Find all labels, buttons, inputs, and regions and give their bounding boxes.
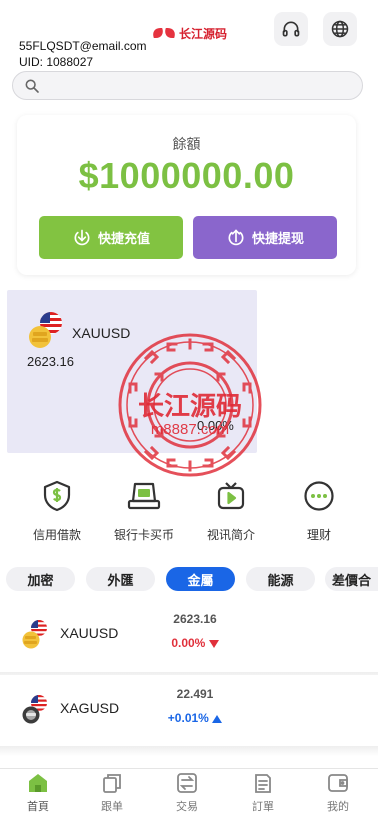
- exchange-icon: [177, 773, 197, 793]
- nav-label: 首頁: [27, 801, 49, 813]
- language-button[interactable]: [323, 12, 357, 46]
- video-play-icon: [217, 482, 245, 510]
- watermark-stamp: 长江源码 m8887.com: [118, 333, 262, 477]
- card-terminal-icon: [127, 482, 161, 510]
- balance-label: 餘額: [172, 136, 201, 152]
- more-dots-icon: [304, 481, 334, 511]
- down-triangle-icon: [208, 639, 219, 648]
- shield-dollar-icon: [43, 480, 71, 512]
- user-uid: UID: 1088027: [19, 55, 94, 69]
- featured-price: 2623.16: [27, 354, 74, 369]
- nav-home[interactable]: 首頁: [8, 771, 68, 814]
- nav-profile[interactable]: 我的: [308, 771, 368, 814]
- copy-icon: [103, 774, 121, 793]
- market-symbol: XAGUSD: [60, 700, 120, 716]
- customer-service-button[interactable]: [274, 12, 308, 46]
- globe-icon: [331, 20, 349, 38]
- market-price: 2623.16: [173, 612, 217, 626]
- gold-usd-flag-icon: [22, 620, 47, 649]
- quick-deposit-button[interactable]: 快捷充值: [39, 216, 183, 259]
- nav-label: 我的: [327, 801, 349, 813]
- tab-crypto[interactable]: 加密: [6, 567, 75, 591]
- quick-menu-wealth[interactable]: 理财: [279, 479, 359, 543]
- nav-label: 跟单: [101, 801, 123, 813]
- watermark-text-url: m8887.com: [151, 421, 229, 438]
- nav-copy-trade[interactable]: 跟单: [82, 771, 142, 814]
- headset-icon: [282, 21, 300, 37]
- logo-wings-icon: [152, 26, 176, 40]
- market-change: 0.00%: [150, 636, 240, 650]
- orders-icon: [255, 774, 271, 793]
- row-divider: [0, 746, 378, 756]
- search-input[interactable]: [49, 76, 349, 96]
- bottom-nav: 首頁 跟单 交易 訂單 我的: [0, 768, 378, 814]
- up-triangle-icon: [212, 714, 223, 723]
- nav-trade[interactable]: 交易: [157, 771, 217, 814]
- quick-menu-video-intro[interactable]: 视讯简介: [191, 479, 271, 543]
- nav-orders[interactable]: 訂單: [233, 771, 293, 814]
- quick-menu-label: 信用借款: [32, 528, 81, 542]
- market-price: 22.491: [176, 687, 214, 701]
- quick-menu-label: 视讯简介: [206, 528, 255, 542]
- tab-energy[interactable]: 能源: [246, 567, 315, 591]
- upload-circle-icon: [228, 228, 244, 245]
- market-symbol: XAUUSD: [60, 625, 119, 641]
- market-row-xauusd[interactable]: XAUUSD 2623.16 0.00%: [0, 600, 378, 670]
- user-email: 55FLQSDT@email.com: [19, 39, 147, 53]
- watermark-text-cn: 长江源码: [138, 392, 242, 422]
- search-icon: [25, 79, 39, 93]
- quick-menu-bank-card-buy[interactable]: 银行卡买币: [104, 479, 184, 543]
- search-bar[interactable]: [12, 71, 363, 100]
- gold-usd-flag-icon: [29, 312, 62, 348]
- nav-label: 交易: [176, 801, 198, 813]
- download-circle-icon: [74, 229, 90, 245]
- quick-withdraw-label: 快捷提现: [251, 231, 304, 246]
- nav-label: 訂單: [252, 801, 274, 813]
- silver-usd-flag-icon: [22, 695, 47, 724]
- quick-menu-label: 银行卡买币: [113, 528, 174, 542]
- app-logo: 长江源码: [152, 22, 227, 44]
- market-row-xagusd[interactable]: XAGUSD 22.491 +0.01%: [0, 675, 378, 745]
- tab-forex[interactable]: 外匯: [86, 567, 155, 591]
- balance-card: 餘額 $1000000.00 快捷充值 快捷提现: [17, 115, 356, 275]
- logo-text: 长江源码: [179, 26, 228, 41]
- quick-menu-credit-loan[interactable]: 信用借款: [17, 479, 97, 543]
- quick-deposit-label: 快捷充值: [97, 231, 150, 246]
- tab-cfd[interactable]: 差價合: [325, 567, 378, 591]
- quick-withdraw-button[interactable]: 快捷提现: [193, 216, 337, 259]
- quick-menu-label: 理财: [306, 528, 331, 542]
- tab-metals[interactable]: 金屬: [166, 567, 235, 591]
- market-change: +0.01%: [150, 711, 240, 725]
- balance-amount: $1000000.00: [78, 155, 295, 196]
- home-icon: [29, 774, 47, 792]
- wallet-icon: [328, 774, 348, 792]
